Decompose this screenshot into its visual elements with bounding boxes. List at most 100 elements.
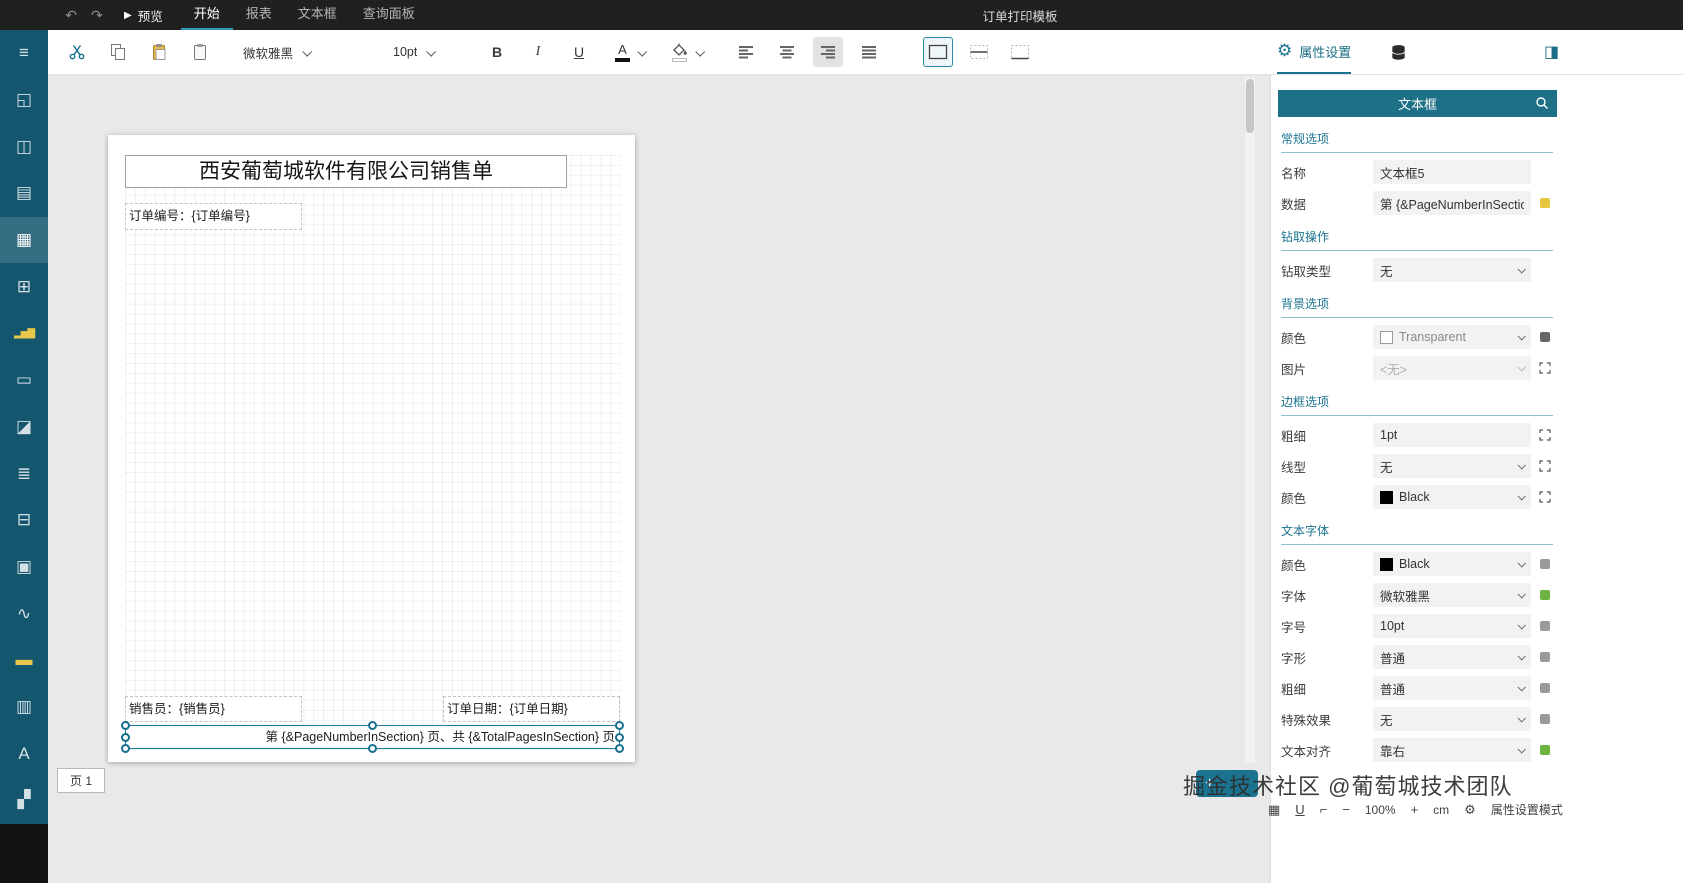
align-right-button[interactable] bbox=[813, 37, 843, 67]
menu-icon[interactable]: ≡ bbox=[0, 30, 48, 77]
font-weight-select[interactable]: 普通 bbox=[1373, 676, 1531, 700]
pattern-icon[interactable]: ▞ bbox=[0, 777, 48, 824]
selection-handle-bottom-right[interactable] bbox=[615, 744, 624, 753]
chart-icon[interactable]: ▂▅▇ bbox=[0, 310, 48, 357]
design-canvas[interactable]: 西安葡萄城软件有限公司销售单 订单编号：{订单编号} 销售员：{销售员} 订单日… bbox=[48, 75, 1258, 883]
settings-gear-icon[interactable]: ⚙ bbox=[1464, 802, 1476, 818]
data-source-button[interactable] bbox=[1390, 30, 1407, 74]
richtext-icon[interactable]: A bbox=[0, 730, 48, 777]
textbox-tool-icon[interactable]: ▭ bbox=[0, 357, 48, 404]
font-style-select[interactable]: 普通 bbox=[1373, 645, 1531, 669]
border-bottom-button[interactable] bbox=[1005, 37, 1035, 67]
tab-property-settings[interactable]: ⚙ 属性设置 bbox=[1277, 30, 1352, 74]
bold-button[interactable]: B bbox=[482, 37, 512, 67]
paste-button[interactable] bbox=[144, 37, 174, 67]
grid-toggle-icon[interactable]: ▦ bbox=[1268, 802, 1280, 818]
page-tab-1[interactable]: 页 1 bbox=[57, 768, 105, 793]
vertical-scrollbar[interactable] bbox=[1245, 77, 1255, 763]
expand-editor-icon[interactable] bbox=[1539, 460, 1551, 472]
selection-handle-top-middle[interactable] bbox=[368, 721, 377, 730]
font-family-property-select[interactable]: 微软雅黑 bbox=[1373, 583, 1531, 607]
border-width-input[interactable]: 1pt bbox=[1373, 423, 1531, 447]
property-state-chip[interactable] bbox=[1540, 683, 1550, 693]
panel-mode-label[interactable]: 属性设置模式 bbox=[1491, 801, 1563, 818]
tab-query-panel[interactable]: 查询面板 bbox=[350, 0, 428, 30]
border-middle-button[interactable] bbox=[964, 37, 994, 67]
selection-handle-bottom-left[interactable] bbox=[121, 744, 130, 753]
property-state-chip[interactable] bbox=[1540, 714, 1550, 724]
text-align-select[interactable]: 靠右 bbox=[1373, 738, 1531, 762]
image-icon[interactable]: ◪ bbox=[0, 404, 48, 451]
layers-icon[interactable]: ▤ bbox=[0, 170, 48, 217]
input-box-icon[interactable]: ▬ bbox=[0, 637, 48, 684]
grid-icon[interactable]: ⊞ bbox=[0, 263, 48, 310]
property-state-chip[interactable] bbox=[1540, 652, 1550, 662]
undo-icon[interactable]: ↶ bbox=[58, 7, 84, 24]
fill-color-button[interactable] bbox=[671, 43, 706, 62]
snap-toggle-icon[interactable]: U bbox=[1295, 802, 1304, 817]
expand-editor-icon[interactable] bbox=[1539, 362, 1551, 374]
font-family-select[interactable]: 微软雅黑 bbox=[236, 39, 360, 66]
sparkline-icon[interactable]: ∿ bbox=[0, 590, 48, 637]
order-number-textbox[interactable]: 订单编号：{订单编号} bbox=[125, 203, 302, 230]
selection-handle-middle-right[interactable] bbox=[615, 732, 624, 742]
background-color-select[interactable]: Transparent bbox=[1373, 325, 1531, 349]
drill-type-select[interactable]: 无 bbox=[1373, 258, 1531, 282]
text-effect-select[interactable]: 无 bbox=[1373, 707, 1531, 731]
background-image-select[interactable]: <无> bbox=[1373, 356, 1531, 380]
property-state-chip[interactable] bbox=[1540, 621, 1550, 631]
table-icon[interactable]: ▦ bbox=[0, 216, 48, 264]
font-color-select[interactable]: Black bbox=[1373, 552, 1531, 576]
font-size-select[interactable]: 10pt bbox=[386, 39, 462, 66]
list-icon[interactable]: ≣ bbox=[0, 450, 48, 497]
align-justify-button[interactable] bbox=[854, 37, 884, 67]
property-state-chip[interactable] bbox=[1540, 745, 1550, 755]
redo-icon[interactable]: ↷ bbox=[84, 7, 110, 24]
property-state-chip[interactable] bbox=[1540, 590, 1550, 600]
report-title-textbox[interactable]: 西安葡萄城软件有限公司销售单 bbox=[125, 155, 567, 188]
align-left-button[interactable] bbox=[731, 37, 761, 67]
expand-editor-icon[interactable] bbox=[1539, 491, 1551, 503]
copy-button[interactable] bbox=[103, 37, 133, 67]
align-center-button[interactable] bbox=[772, 37, 802, 67]
scrollbar-thumb[interactable] bbox=[1246, 79, 1254, 133]
name-input[interactable]: 文本框5 bbox=[1373, 160, 1531, 184]
data-binding-chip[interactable] bbox=[1540, 198, 1550, 208]
barcode-icon[interactable]: ▥ bbox=[0, 684, 48, 731]
unit-selector[interactable]: cm bbox=[1433, 803, 1449, 817]
property-state-chip[interactable] bbox=[1540, 559, 1550, 569]
matrix-icon[interactable]: ⊟ bbox=[0, 497, 48, 544]
seller-textbox[interactable]: 销售员：{销售员} bbox=[125, 696, 302, 722]
expand-editor-icon[interactable] bbox=[1539, 429, 1551, 441]
search-icon[interactable] bbox=[1535, 96, 1549, 110]
ruler-toggle-icon[interactable]: ⌐ bbox=[1320, 802, 1328, 817]
report-explorer-icon[interactable]: ◱ bbox=[0, 77, 48, 124]
layout-icon[interactable]: ◫ bbox=[0, 123, 48, 170]
selection-handle-bottom-middle[interactable] bbox=[368, 744, 377, 753]
cut-button[interactable] bbox=[62, 37, 92, 67]
tab-textbox[interactable]: 文本框 bbox=[285, 0, 350, 30]
zoom-in-button[interactable]: + bbox=[1411, 802, 1419, 817]
property-state-chip[interactable] bbox=[1540, 332, 1550, 342]
clipboard-button[interactable] bbox=[185, 37, 215, 67]
data-expression-input[interactable]: 第 {&PageNumberInSectio bbox=[1373, 191, 1531, 215]
tab-home[interactable]: 开始 bbox=[180, 0, 233, 30]
italic-button[interactable]: I bbox=[523, 37, 553, 67]
preview-button[interactable]: ▶ 预览 bbox=[124, 6, 163, 25]
selection-handle-top-left[interactable] bbox=[121, 721, 130, 730]
underline-button[interactable]: U bbox=[564, 37, 594, 67]
border-style-select[interactable]: 无 bbox=[1373, 454, 1531, 478]
collapse-panel-icon[interactable]: ◨ bbox=[1544, 30, 1559, 74]
tab-report[interactable]: 报表 bbox=[233, 0, 285, 30]
report-page[interactable]: 西安葡萄城软件有限公司销售单 订单编号：{订单编号} 销售员：{销售员} 订单日… bbox=[108, 135, 635, 762]
zoom-out-button[interactable]: − bbox=[1342, 802, 1350, 817]
selection-handle-top-right[interactable] bbox=[615, 721, 624, 730]
order-date-textbox[interactable]: 订单日期：{订单日期} bbox=[443, 696, 620, 722]
page-footer-textbox-selected[interactable]: 第 {&PageNumberInSection} 页、共 {&TotalPage… bbox=[121, 721, 624, 753]
font-size-property-select[interactable]: 10pt bbox=[1373, 614, 1531, 638]
border-all-button[interactable] bbox=[923, 37, 953, 67]
selection-handle-middle-left[interactable] bbox=[121, 732, 130, 742]
subreport-icon[interactable]: ▣ bbox=[0, 544, 48, 591]
border-color-select[interactable]: Black bbox=[1373, 485, 1531, 509]
font-color-button[interactable]: A bbox=[615, 43, 648, 62]
